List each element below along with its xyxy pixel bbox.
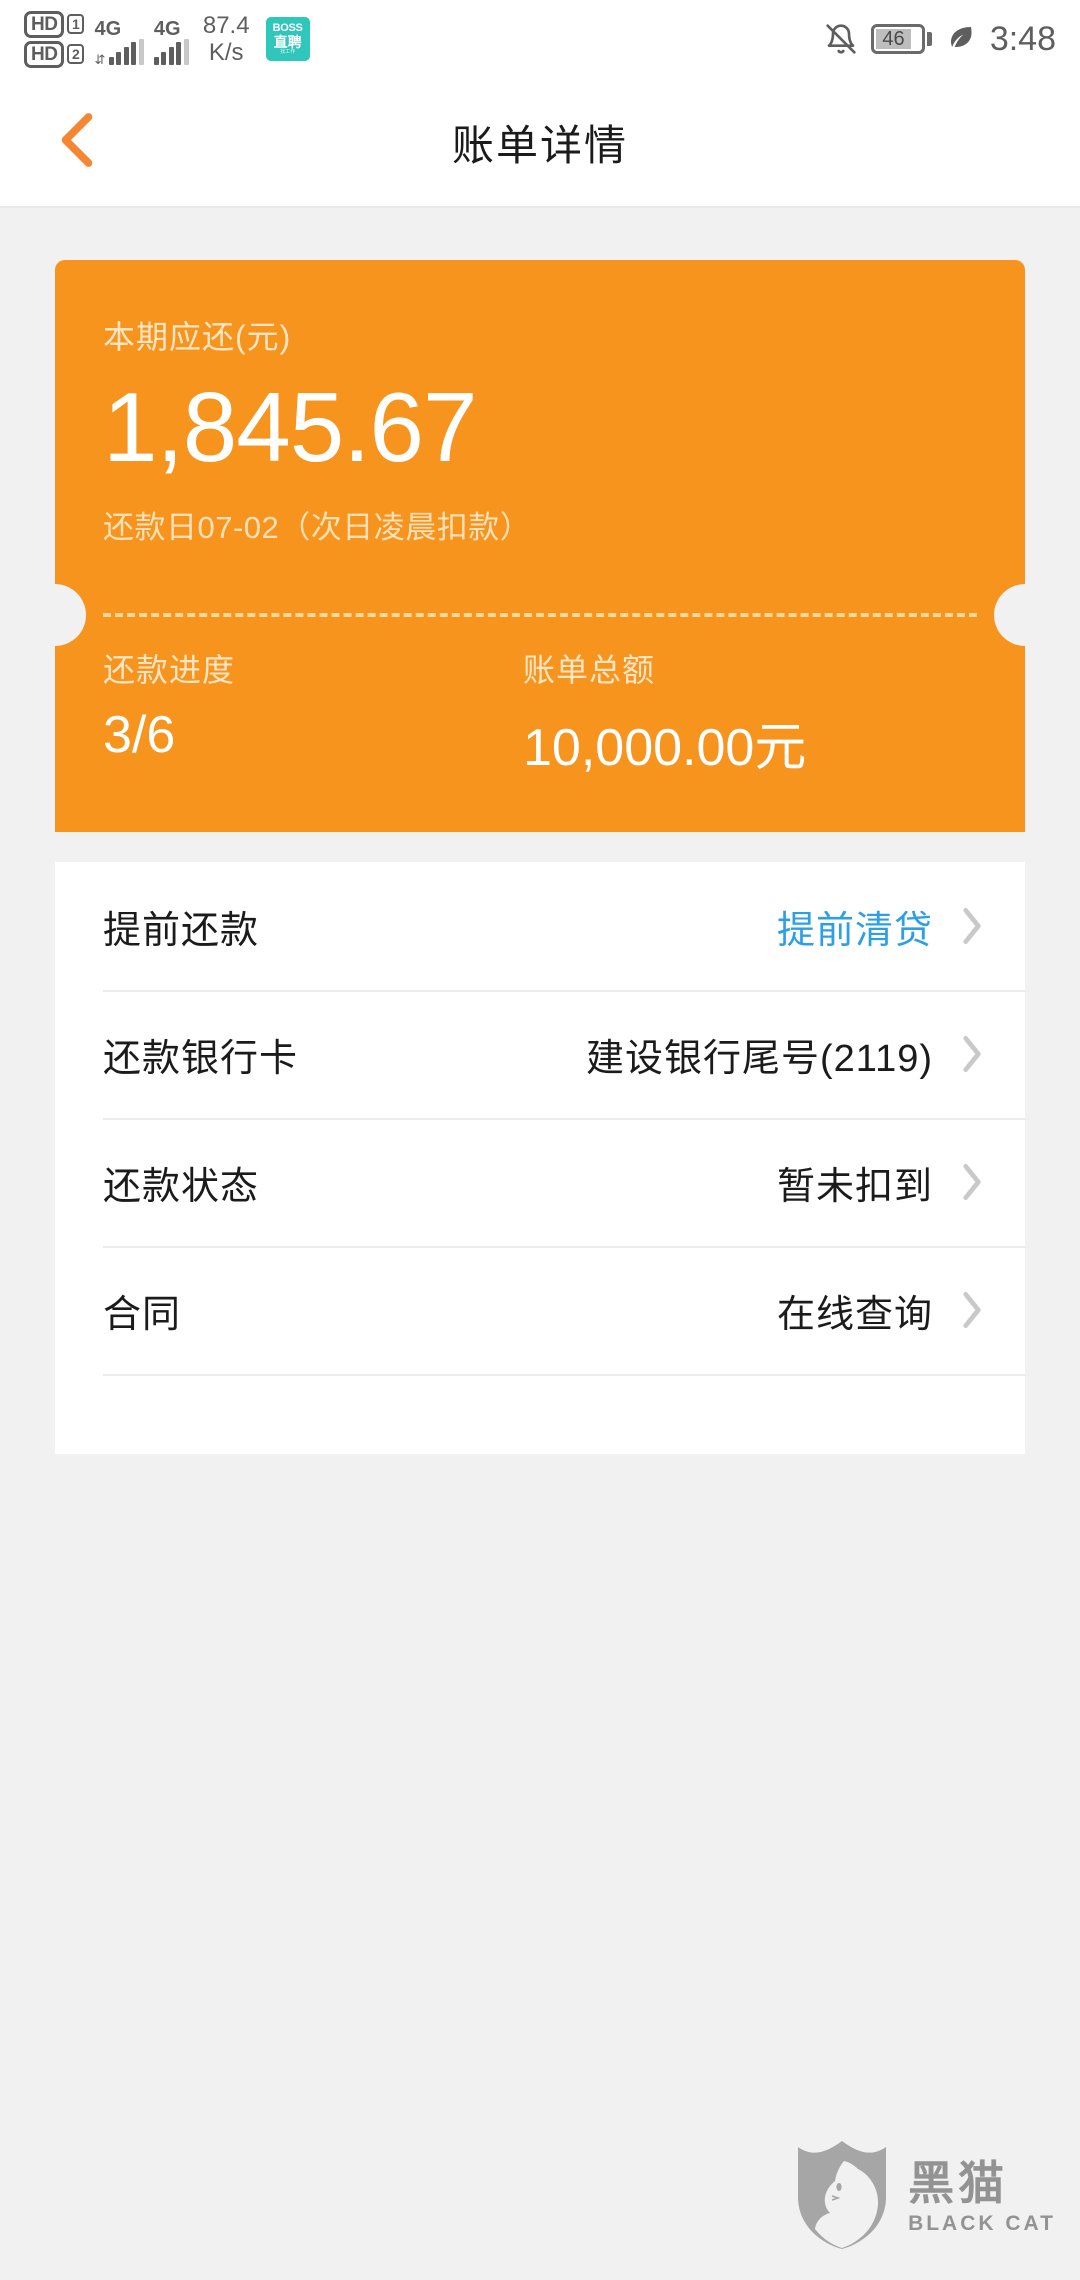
chevron-right-icon — [959, 1288, 985, 1332]
data-transfer-arrows-icon: ⇵ — [94, 52, 106, 67]
chevron-right-icon — [959, 1032, 985, 1076]
hd-icon-1: HD — [24, 10, 65, 38]
list-bottom-spacer — [55, 1374, 1025, 1454]
back-button[interactable] — [40, 105, 114, 179]
bill-detail-list: 提前还款 提前清贷 还款银行卡 建设银行尾号(2119) 还款状态 暂未扣到 合… — [55, 862, 1025, 1454]
row-value: 提前清贷 — [776, 909, 933, 952]
status-bar-right: 46 3:48 — [825, 20, 1056, 59]
row-value: 在线查询 — [776, 1293, 933, 1336]
chevron-right-icon — [959, 1160, 985, 1204]
signal-bars-sim2 — [153, 39, 189, 65]
chevron-right-icon — [959, 904, 985, 948]
notch-right — [994, 583, 1056, 646]
hd-indicators: HD 1 HD 2 — [24, 10, 85, 68]
watermark-cn: 黑猫 — [908, 2157, 1009, 2210]
row-repayment-bank-card[interactable]: 还款银行卡 建设银行尾号(2119) — [55, 990, 1025, 1118]
due-amount-label: 本期应还(元) — [103, 319, 292, 355]
network-speed-value: 87.4 — [202, 12, 250, 39]
notch-left — [24, 583, 86, 646]
status-bar-left: HD 1 HD 2 4G ⇵ 4G 87.4 K/s BOSS 直聘 找工作 — [24, 10, 310, 68]
bill-card-top: 本期应还(元) 1,845.67 还款日07-02（次日凌晨扣款） — [55, 260, 1025, 547]
total-amount-value: 10,000.00元 — [523, 718, 807, 777]
boss-icon-line1: BOSS — [272, 22, 303, 34]
phone-screen: HD 1 HD 2 4G ⇵ 4G 87.4 K/s BOSS 直聘 找工作 4… — [0, 0, 1080, 2280]
network-speed-indicator: 87.4 K/s — [203, 12, 250, 66]
row-value: 建设银行尾号(2119) — [585, 1037, 933, 1080]
row-label: 提前还款 — [103, 909, 260, 952]
total-amount-stat: 账单总额 10,000.00元 — [523, 645, 806, 780]
dashed-line — [103, 612, 977, 617]
leaf-icon — [946, 22, 976, 57]
black-cat-watermark: 黑猫 BLACK CAT — [792, 2139, 1056, 2256]
clock: 3:48 — [989, 19, 1056, 58]
hd-sim-number-1: 1 — [67, 14, 85, 34]
receipt-zigzag-edge — [55, 1464, 1025, 1492]
battery-indicator: 46 — [871, 24, 932, 54]
page-title: 账单详情 — [451, 121, 628, 169]
row-label: 还款银行卡 — [103, 1037, 299, 1080]
watermark-en: BLACK CAT — [908, 2211, 1056, 2235]
row-repayment-status[interactable]: 还款状态 暂未扣到 — [55, 1118, 1025, 1246]
hd-indicator-sim1: HD 1 — [24, 10, 85, 38]
boss-icon-line3: 找工作 — [280, 49, 296, 55]
signal-bars-sim1: ⇵ — [94, 39, 144, 67]
row-label: 合同 — [103, 1293, 182, 1336]
hd-sim-number-2: 2 — [67, 44, 85, 64]
boss-zhipin-app-icon: BOSS 直聘 找工作 — [265, 17, 310, 61]
due-amount-value: 1,845.67 — [103, 372, 477, 482]
bill-summary-card: 本期应还(元) 1,845.67 还款日07-02（次日凌晨扣款） 还款进度 3… — [24, 260, 1056, 832]
hd-indicator-sim2: HD 2 — [24, 40, 85, 68]
row-early-repayment[interactable]: 提前还款 提前清贷 — [55, 862, 1025, 990]
repayment-date-note: 还款日07-02（次日凌晨扣款） — [103, 509, 532, 545]
network-type-label-sim1: 4G — [94, 18, 122, 40]
status-bar: HD 1 HD 2 4G ⇵ 4G 87.4 K/s BOSS 直聘 找工作 4… — [0, 0, 1080, 78]
boss-icon-line2: 直聘 — [273, 34, 302, 50]
battery-body: 46 — [871, 24, 926, 54]
repayment-progress-value: 3/6 — [103, 705, 176, 764]
bill-stats: 还款进度 3/6 账单总额 10,000.00元 — [55, 645, 1025, 832]
watermark-text: 黑猫 BLACK CAT — [908, 2159, 1056, 2235]
card-perforation-divider — [24, 583, 1056, 646]
battery-cap — [926, 32, 932, 46]
row-contract[interactable]: 合同 在线查询 — [55, 1246, 1025, 1374]
row-value: 暂未扣到 — [776, 1165, 933, 1208]
title-bar: 账单详情 — [0, 78, 1080, 208]
row-label: 还款状态 — [103, 1165, 260, 1208]
chevron-left-icon — [54, 108, 100, 177]
total-amount-label: 账单总额 — [523, 651, 656, 688]
network-speed-unit: K/s — [208, 39, 244, 66]
repayment-progress-label: 还款进度 — [103, 651, 236, 688]
battery-level-text: 46 — [876, 28, 911, 50]
hd-icon-2: HD — [24, 40, 65, 68]
signal-indicator-sim1: 4G ⇵ — [94, 13, 144, 67]
repayment-progress-stat: 还款进度 3/6 — [103, 645, 523, 780]
bell-muted-icon — [825, 22, 857, 56]
black-cat-shield-logo — [792, 2139, 892, 2256]
signal-indicator-sim2: 4G — [153, 13, 189, 65]
network-type-label-sim2: 4G — [153, 18, 181, 40]
